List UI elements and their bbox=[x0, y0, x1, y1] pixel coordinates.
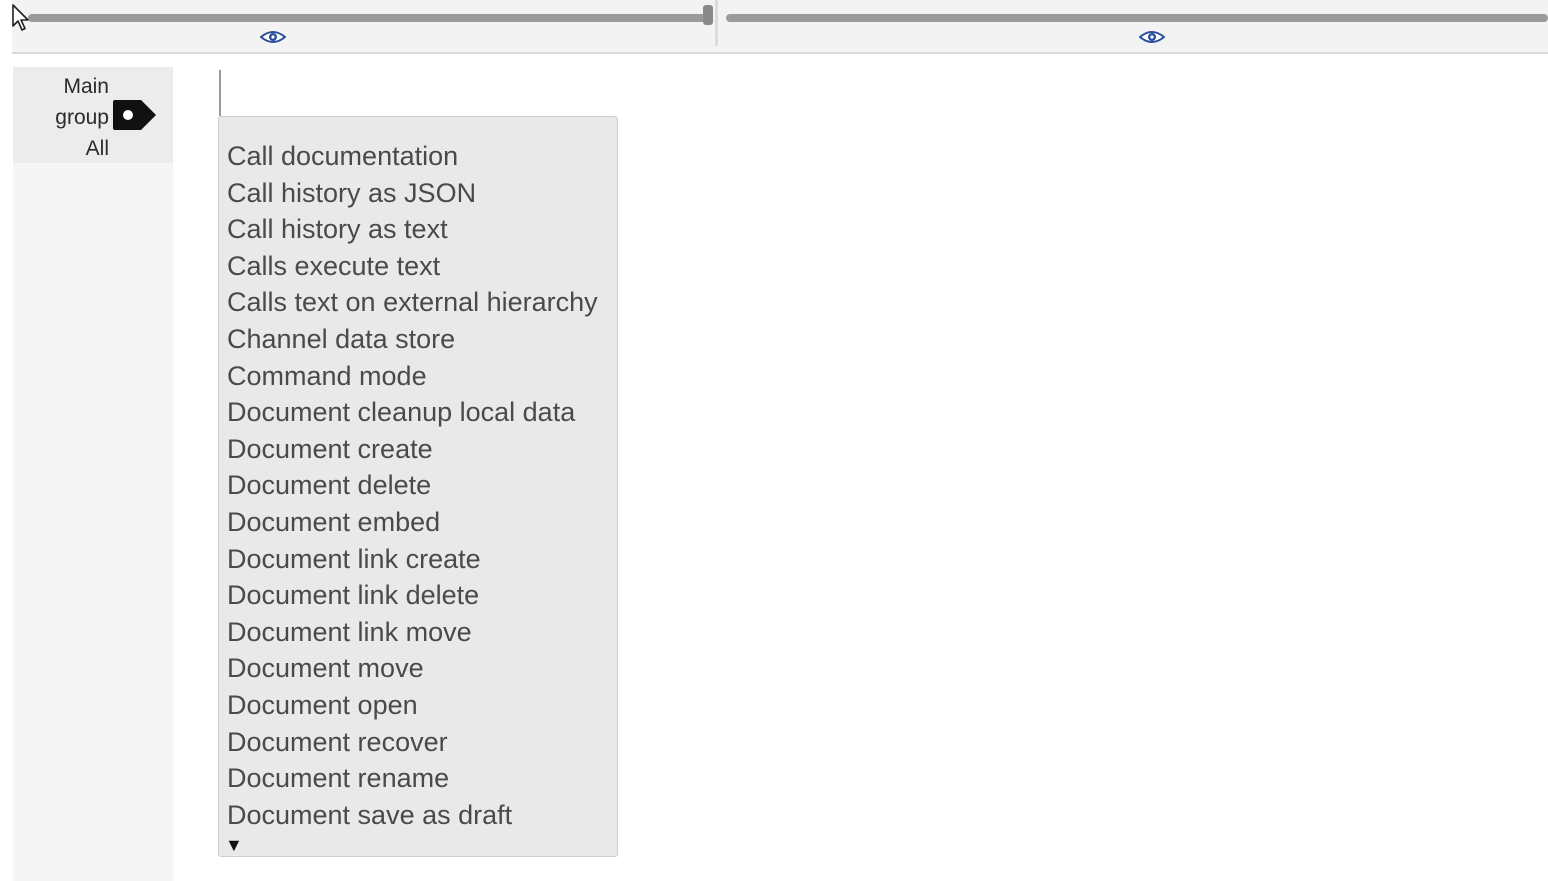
pane-splitter-handle[interactable] bbox=[703, 5, 713, 25]
tag-icon[interactable] bbox=[111, 99, 157, 131]
dropdown-option[interactable]: Calls execute text bbox=[227, 248, 598, 285]
left-pane-visibility-eye-icon[interactable] bbox=[260, 29, 286, 45]
dropdown-option[interactable]: Command mode bbox=[227, 358, 598, 395]
dropdown-option[interactable]: Channel data store bbox=[227, 321, 598, 358]
pane-divider bbox=[715, 0, 718, 46]
dropdown-option[interactable]: Document delete bbox=[227, 467, 598, 504]
dropdown-option[interactable]: Document save as draft bbox=[227, 797, 598, 834]
dropdown-option[interactable]: Call documentation bbox=[227, 138, 598, 175]
right-pane-visibility-eye-icon[interactable] bbox=[1139, 29, 1165, 45]
right-pane-scrollbar[interactable] bbox=[726, 14, 1548, 22]
group-label-line: Main bbox=[63, 75, 109, 98]
dropdown-option[interactable]: Document move bbox=[227, 650, 598, 687]
dropdown-option[interactable]: Call history as JSON bbox=[227, 175, 598, 212]
command-dropdown-list[interactable]: Call documentation Call history as JSON … bbox=[218, 116, 618, 857]
scroll-more-arrow-icon[interactable]: ▼ bbox=[225, 835, 243, 855]
mouse-cursor-icon bbox=[12, 4, 29, 31]
dropdown-option[interactable]: Document create bbox=[227, 431, 598, 468]
dropdown-option[interactable]: Document open bbox=[227, 687, 598, 724]
dropdown-option[interactable]: Document cleanup local data bbox=[227, 394, 598, 431]
dropdown-option[interactable]: Document link move bbox=[227, 614, 598, 651]
left-pane-scrollbar[interactable] bbox=[28, 14, 708, 22]
dropdown-options: Call documentation Call history as JSON … bbox=[227, 138, 598, 833]
dropdown-option[interactable]: Calls text on external hierarchy bbox=[227, 284, 598, 321]
group-label-line: All bbox=[85, 137, 109, 160]
group-label-line: group bbox=[55, 106, 109, 129]
dropdown-option[interactable]: Call history as text bbox=[227, 211, 598, 248]
pane-header-bar bbox=[12, 0, 1548, 54]
dropdown-option[interactable]: Document embed bbox=[227, 504, 598, 541]
sidebar: Main group All bbox=[13, 67, 173, 881]
search-input-caret[interactable] bbox=[219, 70, 221, 116]
dropdown-option[interactable]: Document link delete bbox=[227, 577, 598, 614]
group-label: Main group All bbox=[25, 71, 109, 164]
dropdown-option[interactable]: Document link create bbox=[227, 541, 598, 578]
app-window: Main group All Call documentation Call h… bbox=[0, 0, 1548, 881]
dropdown-option[interactable]: Document rename bbox=[227, 760, 598, 797]
dropdown-option[interactable]: Document recover bbox=[227, 724, 598, 761]
main-group-selector[interactable]: Main group All bbox=[13, 67, 173, 163]
